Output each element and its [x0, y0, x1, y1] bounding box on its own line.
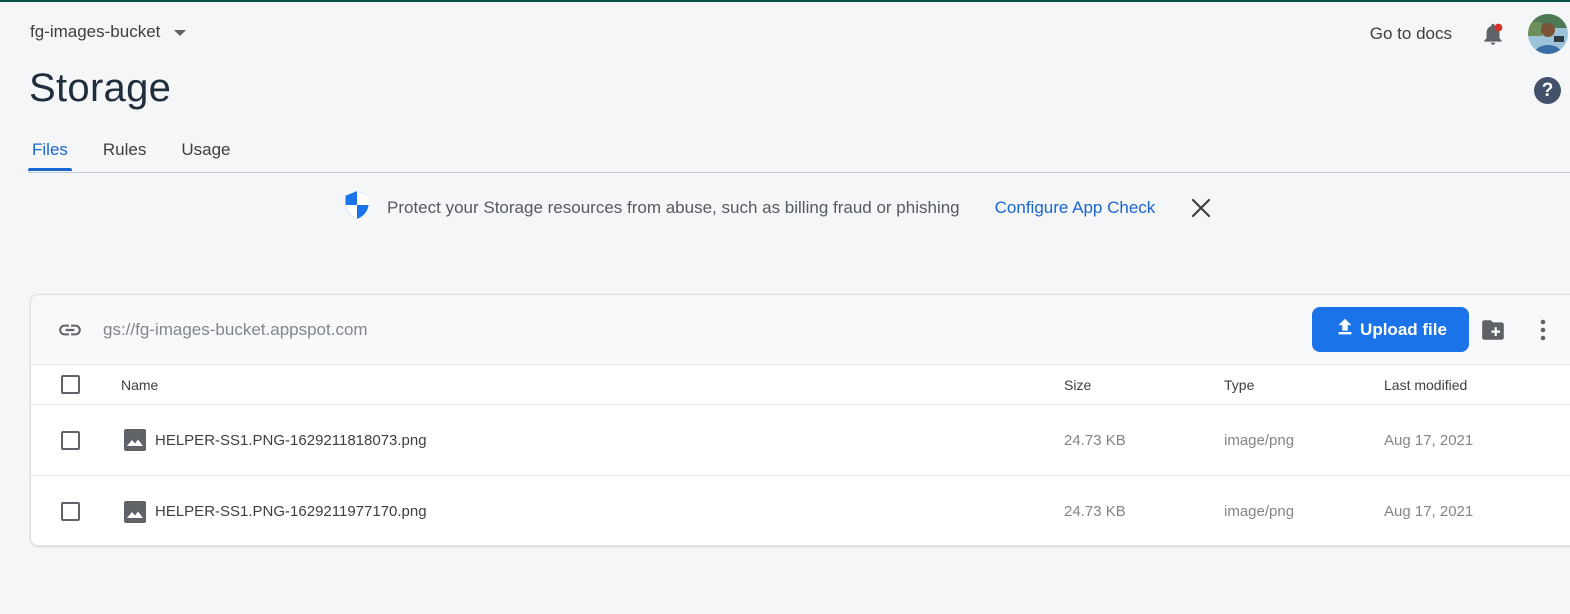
- row-checkbox[interactable]: [61, 502, 80, 521]
- column-header-name[interactable]: Name: [121, 377, 158, 393]
- bell-icon[interactable]: [1480, 21, 1506, 47]
- table-row[interactable]: HELPER-SS1.PNG-1629211977170.png 24.73 K…: [31, 476, 1570, 545]
- file-modified: Aug 17, 2021: [1384, 431, 1474, 449]
- banner-message: Protect your Storage resources from abus…: [387, 197, 960, 217]
- file-name-cell: HELPER-SS1.PNG-1629211977170.png: [121, 500, 427, 523]
- upload-file-button[interactable]: Upload file: [1312, 307, 1469, 352]
- column-header-last-modified[interactable]: Last modified: [1384, 377, 1467, 393]
- select-all-checkbox[interactable]: [61, 375, 80, 394]
- tab-files[interactable]: Files: [28, 136, 72, 171]
- column-header-type[interactable]: Type: [1224, 377, 1254, 393]
- row-checkbox[interactable]: [61, 430, 80, 450]
- link-icon[interactable]: [57, 317, 83, 343]
- folder-add-icon[interactable]: [1480, 318, 1506, 342]
- avatar[interactable]: [1528, 14, 1568, 54]
- file-size: 24.73 KB: [1064, 431, 1126, 449]
- bucket-toolbar: gs://fg-images-bucket.appspot.com Upload…: [31, 295, 1570, 365]
- configure-app-check-link[interactable]: Configure App Check: [995, 198, 1156, 218]
- column-header-size[interactable]: Size: [1064, 377, 1091, 393]
- upload-file-label: Upload file: [1360, 319, 1447, 339]
- top-accent-line: [0, 0, 1570, 2]
- file-modified: Aug 17, 2021: [1384, 503, 1474, 520]
- help-icon[interactable]: ?: [1534, 77, 1561, 104]
- project-name: fg-images-bucket: [30, 22, 161, 41]
- table-header: Name Size Type Last modified: [31, 365, 1570, 405]
- tab-rules[interactable]: Rules: [99, 136, 150, 170]
- file-name[interactable]: HELPER-SS1.PNG-1629211977170.png: [155, 503, 427, 520]
- bucket-path[interactable]: gs://fg-images-bucket.appspot.com: [103, 320, 368, 340]
- file-name[interactable]: HELPER-SS1.PNG-1629211818073.png: [155, 432, 427, 449]
- file-type: image/png: [1224, 431, 1295, 449]
- shield-icon: [343, 190, 371, 225]
- file-size: 24.73 KB: [1064, 503, 1126, 520]
- page-title: Storage: [29, 66, 172, 110]
- close-icon[interactable]: [1190, 197, 1212, 219]
- file-type: image/png: [1224, 503, 1295, 520]
- tab-usage[interactable]: Usage: [177, 136, 234, 170]
- image-file-icon: [124, 429, 146, 451]
- chevron-down-icon: [174, 30, 187, 36]
- more-vert-icon[interactable]: [1533, 317, 1553, 343]
- project-selector[interactable]: fg-images-bucket: [30, 22, 187, 42]
- tabs-divider: [28, 172, 1570, 173]
- tab-bar: Files Rules Usage: [28, 136, 262, 171]
- go-to-docs-link[interactable]: Go to docs: [1370, 24, 1452, 44]
- top-right-actions: Go to docs: [1370, 14, 1570, 54]
- image-file-icon: [124, 500, 146, 523]
- upload-icon: [1334, 316, 1360, 343]
- file-browser-card: gs://fg-images-bucket.appspot.com Upload…: [30, 294, 1570, 546]
- table-row[interactable]: HELPER-SS1.PNG-1629211818073.png 24.73 K…: [31, 405, 1570, 476]
- file-name-cell: HELPER-SS1.PNG-1629211818073.png: [121, 429, 427, 451]
- app-check-banner: Protect your Storage resources from abus…: [343, 190, 1212, 225]
